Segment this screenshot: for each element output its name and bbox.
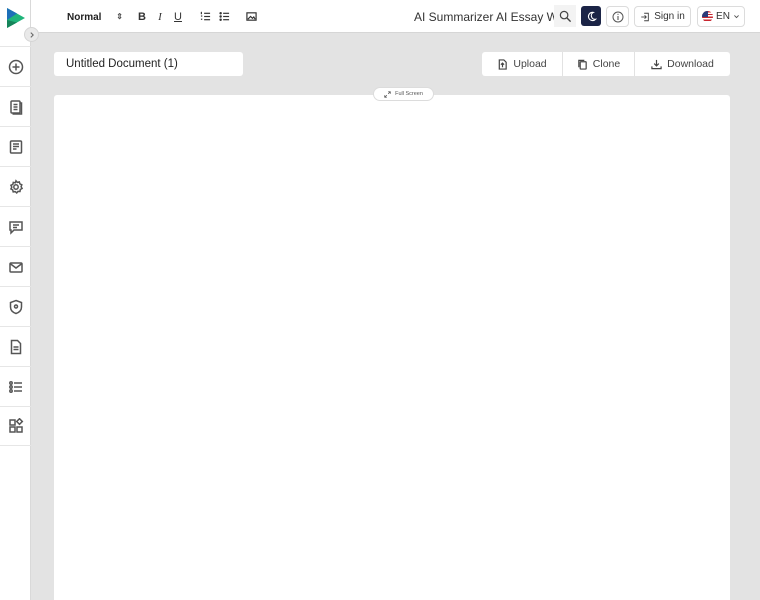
chevron-right-icon	[29, 31, 34, 38]
download-icon	[651, 59, 662, 69]
moon-icon	[587, 11, 597, 21]
clone-icon	[578, 59, 587, 70]
chevron-down-icon	[734, 15, 739, 19]
underline-button[interactable]: U	[170, 8, 186, 25]
ordered-list-icon	[200, 11, 210, 21]
sidebar-item-chat[interactable]	[0, 206, 31, 246]
bullet-list-icon	[218, 12, 229, 21]
text-format-select[interactable]: Normal ⇕	[67, 9, 123, 25]
documents-icon	[9, 99, 22, 115]
file-icon	[10, 339, 21, 354]
text-format-value: Normal	[67, 11, 102, 23]
chat-icon	[8, 220, 23, 235]
sidebar-item-apps[interactable]	[0, 406, 31, 446]
sign-in-button[interactable]: Sign in	[634, 6, 691, 27]
login-icon	[641, 12, 649, 21]
full-screen-label: Full Screen	[395, 91, 423, 97]
clone-label: Clone	[592, 58, 621, 70]
shield-icon	[9, 299, 22, 314]
download-label: Download	[667, 58, 714, 70]
sidebar-item-shield[interactable]	[0, 286, 31, 326]
italic-button[interactable]: I	[152, 8, 168, 25]
sidebar-item-settings[interactable]	[0, 166, 31, 206]
apps-icon	[8, 418, 23, 433]
sign-in-label: Sign in	[654, 11, 685, 22]
upload-label: Upload	[513, 58, 547, 70]
checklist-icon	[8, 380, 22, 393]
add-icon	[8, 59, 23, 74]
search-button[interactable]	[554, 5, 576, 27]
upload-button[interactable]: Upload	[482, 52, 563, 76]
language-label: EN	[716, 11, 730, 22]
expand-icon	[384, 90, 391, 98]
sidebar-item-documents[interactable]	[0, 86, 31, 126]
logo[interactable]	[5, 6, 27, 30]
upload-icon	[499, 58, 508, 70]
full-screen-button[interactable]: Full Screen	[373, 87, 434, 101]
document-title: Untitled Document (1)	[66, 58, 178, 70]
notes-icon	[9, 139, 22, 154]
sidebar-item-file[interactable]	[0, 326, 31, 366]
us-flag-icon	[702, 11, 714, 22]
email-icon	[8, 261, 23, 273]
info-button[interactable]	[606, 6, 629, 27]
sidebar-item-notes[interactable]	[0, 126, 31, 166]
document-actions: Upload Clone Download	[482, 52, 730, 76]
document-editor[interactable]	[54, 95, 730, 600]
dark-mode-toggle[interactable]	[581, 6, 601, 26]
language-select[interactable]: EN	[697, 6, 745, 27]
download-button[interactable]: Download	[635, 52, 730, 76]
clone-button[interactable]: Clone	[563, 52, 635, 76]
info-icon	[612, 11, 623, 22]
bold-button[interactable]: B	[134, 8, 150, 25]
document-title-field[interactable]: Untitled Document (1)	[54, 52, 243, 76]
sidebar-item-email[interactable]	[0, 246, 31, 286]
insert-image-button[interactable]	[243, 8, 259, 25]
search-icon	[559, 10, 571, 22]
sidebar-item-checklist[interactable]	[0, 366, 31, 406]
top-toolbar: Normal ⇕ B I U AI Summarizer AI Essay Wr…	[31, 0, 760, 33]
nav-ai-essay-writer-label: AI Essay Writer	[496, 10, 554, 24]
image-icon	[245, 12, 257, 21]
sidebar	[0, 0, 31, 600]
nav-ai-essay-writer[interactable]: AI Essay Writer	[496, 8, 554, 26]
ordered-list-button[interactable]	[197, 8, 213, 25]
bullet-list-button[interactable]	[216, 8, 232, 25]
sidebar-item-new[interactable]	[0, 46, 31, 86]
settings-icon	[9, 178, 23, 194]
sidebar-collapse-button[interactable]	[24, 27, 39, 42]
nav-ai-summarizer[interactable]: AI Summarizer	[414, 10, 493, 24]
select-arrows-icon: ⇕	[116, 12, 123, 21]
